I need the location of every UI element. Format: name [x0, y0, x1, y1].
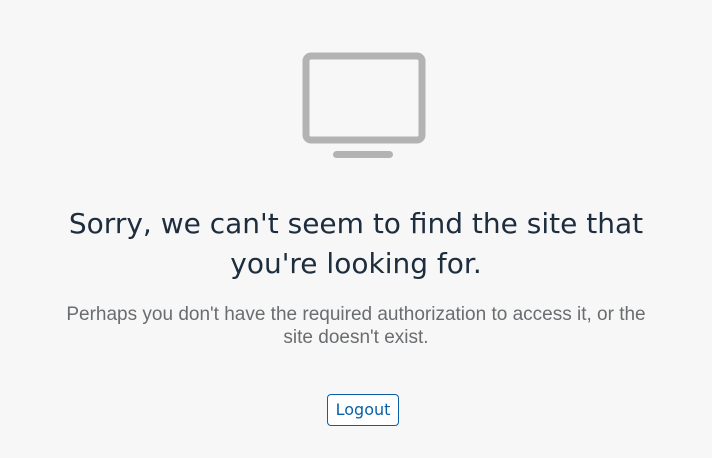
- logout-button[interactable]: Logout: [327, 394, 399, 426]
- error-headline: Sorry, we can't seem to find the site th…: [68, 207, 644, 280]
- error-page: Sorry, we can't seem to find the site th…: [0, 0, 712, 458]
- monitor-icon: [302, 52, 426, 162]
- error-description: Perhaps you don't have the required auth…: [66, 304, 646, 348]
